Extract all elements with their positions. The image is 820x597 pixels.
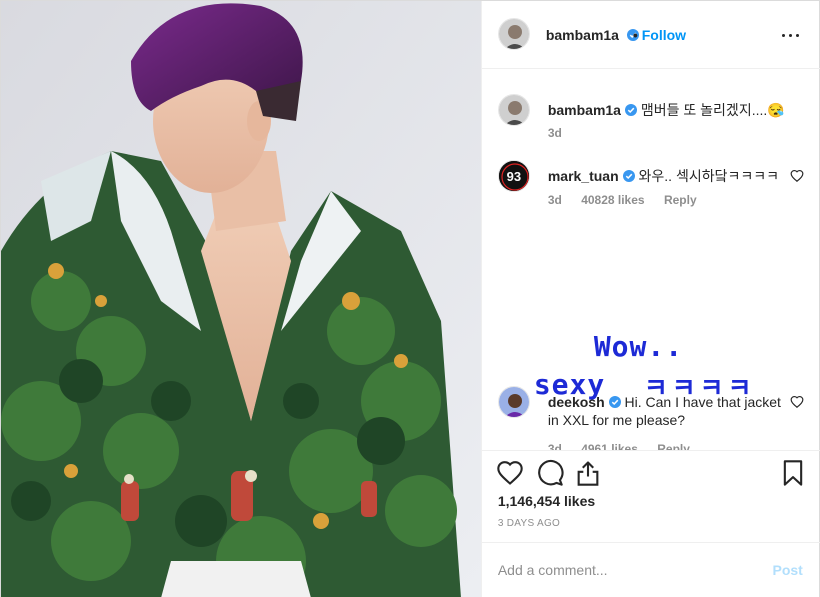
post-header: bambam1a • Follow xyxy=(481,1,820,69)
comment-text: 와우.. 섹시하닼ㅋㅋㅋㅋ xyxy=(638,168,779,184)
post-actions: 1,146,454 likes 3 DAYS AGO xyxy=(481,450,820,542)
post-photo[interactable] xyxy=(1,1,481,597)
comment-likes[interactable]: 4961 likes xyxy=(581,442,638,450)
share-icon[interactable] xyxy=(574,459,602,487)
comment-body: mark_tuan 와우.. 섹시하닼ㅋㅋㅋㅋ xyxy=(548,167,788,185)
comment-body: bambam1a 맴버들 또 놀리겠지....😪 xyxy=(548,101,788,119)
comments-list: bambam1a 맴버들 또 놀리겠지....😪 3d 93 mark_tuan… xyxy=(482,70,820,450)
heart-icon[interactable] xyxy=(496,459,524,487)
follow-button[interactable]: Follow xyxy=(642,27,686,43)
comment-input[interactable] xyxy=(497,559,748,581)
avatar-text: 93 xyxy=(506,169,522,184)
author-username-text[interactable]: bambam1a xyxy=(546,27,619,43)
follow-group: • Follow xyxy=(633,27,686,43)
separator-dot: • xyxy=(632,27,638,43)
reply-button[interactable]: Reply xyxy=(657,442,690,450)
comment-age[interactable]: 3d xyxy=(548,442,562,450)
comment-username[interactable]: mark_tuan xyxy=(548,168,619,184)
likes-count[interactable]: 1,146,454 likes xyxy=(498,493,595,509)
verified-badge-icon xyxy=(624,104,637,116)
comment-likes[interactable]: 40828 likes xyxy=(581,193,644,207)
comment-text: 맴버들 또 놀리겠지....😪 xyxy=(640,102,785,118)
comment-image-line1: Wow.. xyxy=(593,330,684,363)
post-side-panel: bambam1a • Follow bambam1a 맴버들 또 놀리겠지...… xyxy=(480,1,820,597)
author-username[interactable]: bambam1a xyxy=(546,27,639,43)
verified-badge-icon xyxy=(622,170,635,182)
comment-username[interactable]: deekosh xyxy=(548,394,605,410)
comment-meta: 3d xyxy=(548,126,578,140)
comment-like-heart-icon[interactable] xyxy=(790,395,804,409)
comment-meta: 3d 40828 likes Reply xyxy=(548,193,713,207)
add-comment-bar: Post xyxy=(481,542,820,597)
post-comment-button[interactable]: Post xyxy=(772,562,802,578)
reply-button[interactable]: Reply xyxy=(664,193,697,207)
commenter-avatar[interactable] xyxy=(497,94,530,126)
commenter-avatar[interactable] xyxy=(497,386,530,418)
comment-icon[interactable] xyxy=(536,459,564,487)
post-date[interactable]: 3 DAYS AGO xyxy=(498,518,560,529)
author-avatar[interactable] xyxy=(497,18,530,50)
comment-body: deekosh Hi. Can I have that jacket in XX… xyxy=(548,393,788,429)
bookmark-icon[interactable] xyxy=(779,459,807,487)
more-options-icon[interactable] xyxy=(779,25,803,45)
post-image xyxy=(1,1,481,597)
comment-like-heart-icon[interactable] xyxy=(790,169,804,183)
comment-username[interactable]: bambam1a xyxy=(548,102,621,118)
verified-badge-icon xyxy=(608,396,621,408)
comment-meta: 3d 4961 likes Reply xyxy=(548,442,706,450)
commenter-avatar[interactable]: 93 xyxy=(497,160,530,192)
comment-age[interactable]: 3d xyxy=(548,126,562,140)
comment-age[interactable]: 3d xyxy=(548,193,562,207)
instagram-post: bambam1a • Follow bambam1a 맴버들 또 놀리겠지...… xyxy=(0,0,820,597)
